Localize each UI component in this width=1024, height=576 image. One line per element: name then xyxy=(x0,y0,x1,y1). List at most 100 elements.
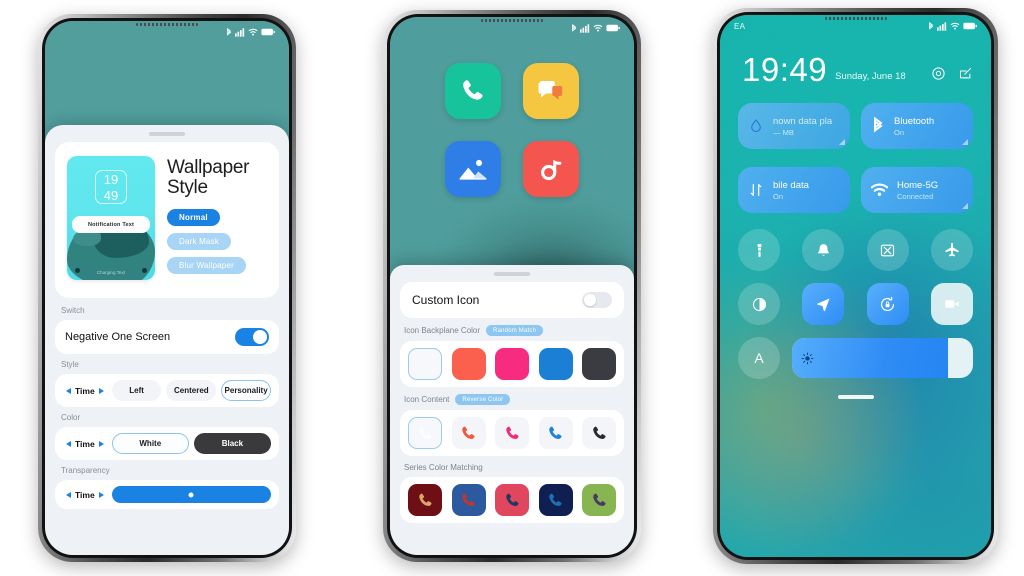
phone-1-bezel: 19 49 Notification Text Charging Text Wa… xyxy=(42,18,292,558)
chevron-left-icon[interactable] xyxy=(66,491,71,498)
brightness-slider[interactable] xyxy=(792,338,973,378)
preview-clock-minute: 49 xyxy=(103,188,119,203)
backplane-swatch-red[interactable] xyxy=(451,348,486,380)
chevron-right-icon[interactable] xyxy=(98,387,104,394)
settings-gear-icon[interactable] xyxy=(931,66,946,81)
transparency-slider[interactable] xyxy=(111,486,271,503)
app-grid-inner xyxy=(445,63,579,197)
location-toggle[interactable] xyxy=(802,283,845,325)
clock-date: Sunday, June 18 xyxy=(835,71,906,82)
chevron-left-icon[interactable] xyxy=(66,387,71,394)
expand-corner-icon[interactable] xyxy=(962,203,968,209)
style-options-row: Time Left Centered Personality xyxy=(55,374,279,407)
control-center: 19:49 Sunday, June 18 nown data pla — MB… xyxy=(720,15,991,557)
style-chip-personality[interactable]: Personality xyxy=(221,380,271,401)
wifi-icon xyxy=(950,22,960,30)
big-tiles-row-2: bile data On Home-5G Connected xyxy=(738,167,973,213)
series-swatch-navyblue[interactable] xyxy=(451,484,486,516)
chevron-right-icon[interactable] xyxy=(98,440,104,447)
battery-icon xyxy=(606,24,620,32)
custom-icon-row[interactable]: Custom Icon xyxy=(400,282,624,318)
wifi-tile[interactable]: Home-5G Connected xyxy=(861,167,973,213)
rotation-lock-toggle[interactable] xyxy=(866,283,909,325)
series-swatch-green[interactable] xyxy=(582,484,616,516)
content-swatch-orange[interactable] xyxy=(451,417,486,449)
slider-knob[interactable] xyxy=(188,492,194,497)
wallpaper-style-card: 19 49 Notification Text Charging Text Wa… xyxy=(55,142,279,298)
sheet-grabber-handle[interactable] xyxy=(494,272,530,276)
color-chip-black[interactable]: Black xyxy=(193,433,271,454)
wifi-sub: Connected xyxy=(897,191,934,201)
content-swatch-black[interactable] xyxy=(582,417,616,449)
mobile-data-tile[interactable]: bile data On xyxy=(738,167,850,213)
brightness-row: A xyxy=(738,337,973,379)
flashlight-toggle[interactable] xyxy=(738,229,780,271)
negative-one-screen-row[interactable]: Negative One Screen xyxy=(55,320,279,354)
sheet-grabber-handle[interactable] xyxy=(149,132,185,136)
messages-app-icon[interactable] xyxy=(523,63,579,119)
music-app-icon[interactable] xyxy=(523,141,579,197)
toggle-knob xyxy=(584,294,596,306)
section-label-color: Color xyxy=(61,413,81,422)
series-swatch-midnight[interactable] xyxy=(538,484,573,516)
negative-one-screen-toggle[interactable] xyxy=(235,328,269,346)
style-time-stepper[interactable]: Time xyxy=(63,386,107,396)
color-time-stepper[interactable]: Time xyxy=(63,439,107,449)
section-label-switch: Switch xyxy=(61,306,85,315)
chevron-left-icon[interactable] xyxy=(66,440,71,447)
home-indicator[interactable] xyxy=(837,395,874,399)
dark-mode-toggle[interactable] xyxy=(738,283,780,325)
icon-backplane-color-header: Icon Backplane Color Random Match xyxy=(400,318,624,341)
phone-device-1: 19 49 Notification Text Charging Text Wa… xyxy=(38,14,296,562)
phone-device-2: Custom Icon Icon Backplane Color Random … xyxy=(383,10,641,562)
gallery-app-icon[interactable] xyxy=(445,141,501,197)
style-chip-left[interactable]: Left xyxy=(111,380,162,401)
transparency-time-stepper[interactable]: Time xyxy=(63,490,107,500)
data-usage-tile[interactable]: nown data pla — MB xyxy=(738,103,850,149)
expand-corner-icon[interactable] xyxy=(839,139,845,145)
page-title-line2: Style xyxy=(167,177,208,198)
screenshot-toggle[interactable] xyxy=(866,229,909,271)
preview-clock: 19 49 xyxy=(95,170,127,204)
bluetooth-tile[interactable]: Bluetooth On xyxy=(861,103,973,149)
reverse-color-tag[interactable]: Reverse Color xyxy=(455,394,511,405)
series-swatch-rose[interactable] xyxy=(495,484,529,516)
earpiece-speaker-icon xyxy=(481,19,543,22)
signal-icon xyxy=(235,27,245,37)
wallpaper-option-dark-mask[interactable]: Dark Mask xyxy=(167,233,232,250)
backplane-swatch-none[interactable] xyxy=(408,348,442,380)
wallpaper-style-hero: 19 49 Notification Text Charging Text Wa… xyxy=(65,152,269,288)
wifi-icon xyxy=(871,183,888,197)
random-match-tag[interactable]: Random Match xyxy=(486,325,544,336)
wallpaper-option-blur-wallpaper[interactable]: Blur Wallpaper xyxy=(167,257,246,274)
mobile-data-icon xyxy=(748,182,764,198)
content-swatch-pink[interactable] xyxy=(495,417,529,449)
wallpaper-option-normal[interactable]: Normal xyxy=(167,209,220,226)
ringer-toggle[interactable] xyxy=(802,229,845,271)
control-center-actions xyxy=(931,66,973,85)
phone-app-icon[interactable] xyxy=(445,63,501,119)
content-swatch-blue[interactable] xyxy=(538,417,573,449)
data-usage-text: nown data pla — MB xyxy=(773,116,832,137)
edit-pencil-icon[interactable] xyxy=(958,66,973,81)
signal-icon xyxy=(580,23,590,33)
backplane-swatch-dark[interactable] xyxy=(582,348,616,380)
expand-corner-icon[interactable] xyxy=(962,139,968,145)
airplane-toggle[interactable] xyxy=(930,229,973,271)
chevron-right-icon[interactable] xyxy=(98,491,104,498)
statusbar-icons xyxy=(571,23,620,33)
screen-record-toggle[interactable] xyxy=(930,283,973,325)
wallpaper-style-options: Normal Dark Mask Blur Wallpaper xyxy=(167,209,249,274)
auto-brightness-toggle[interactable]: A xyxy=(738,337,780,379)
content-swatch-white[interactable] xyxy=(408,417,442,449)
mobile-data-text: bile data On xyxy=(773,180,809,201)
backplane-swatch-pink[interactable] xyxy=(495,348,529,380)
color-chip-white[interactable]: White xyxy=(111,433,189,454)
bluetooth-sub: On xyxy=(894,127,905,137)
icon-backplane-swatches xyxy=(400,341,624,387)
series-swatch-maroon[interactable] xyxy=(408,484,442,516)
wallpaper-preview[interactable]: 19 49 Notification Text Charging Text xyxy=(67,156,155,280)
custom-icon-toggle[interactable] xyxy=(582,292,612,308)
style-chip-centered[interactable]: Centered xyxy=(166,380,217,401)
backplane-swatch-blue[interactable] xyxy=(538,348,573,380)
